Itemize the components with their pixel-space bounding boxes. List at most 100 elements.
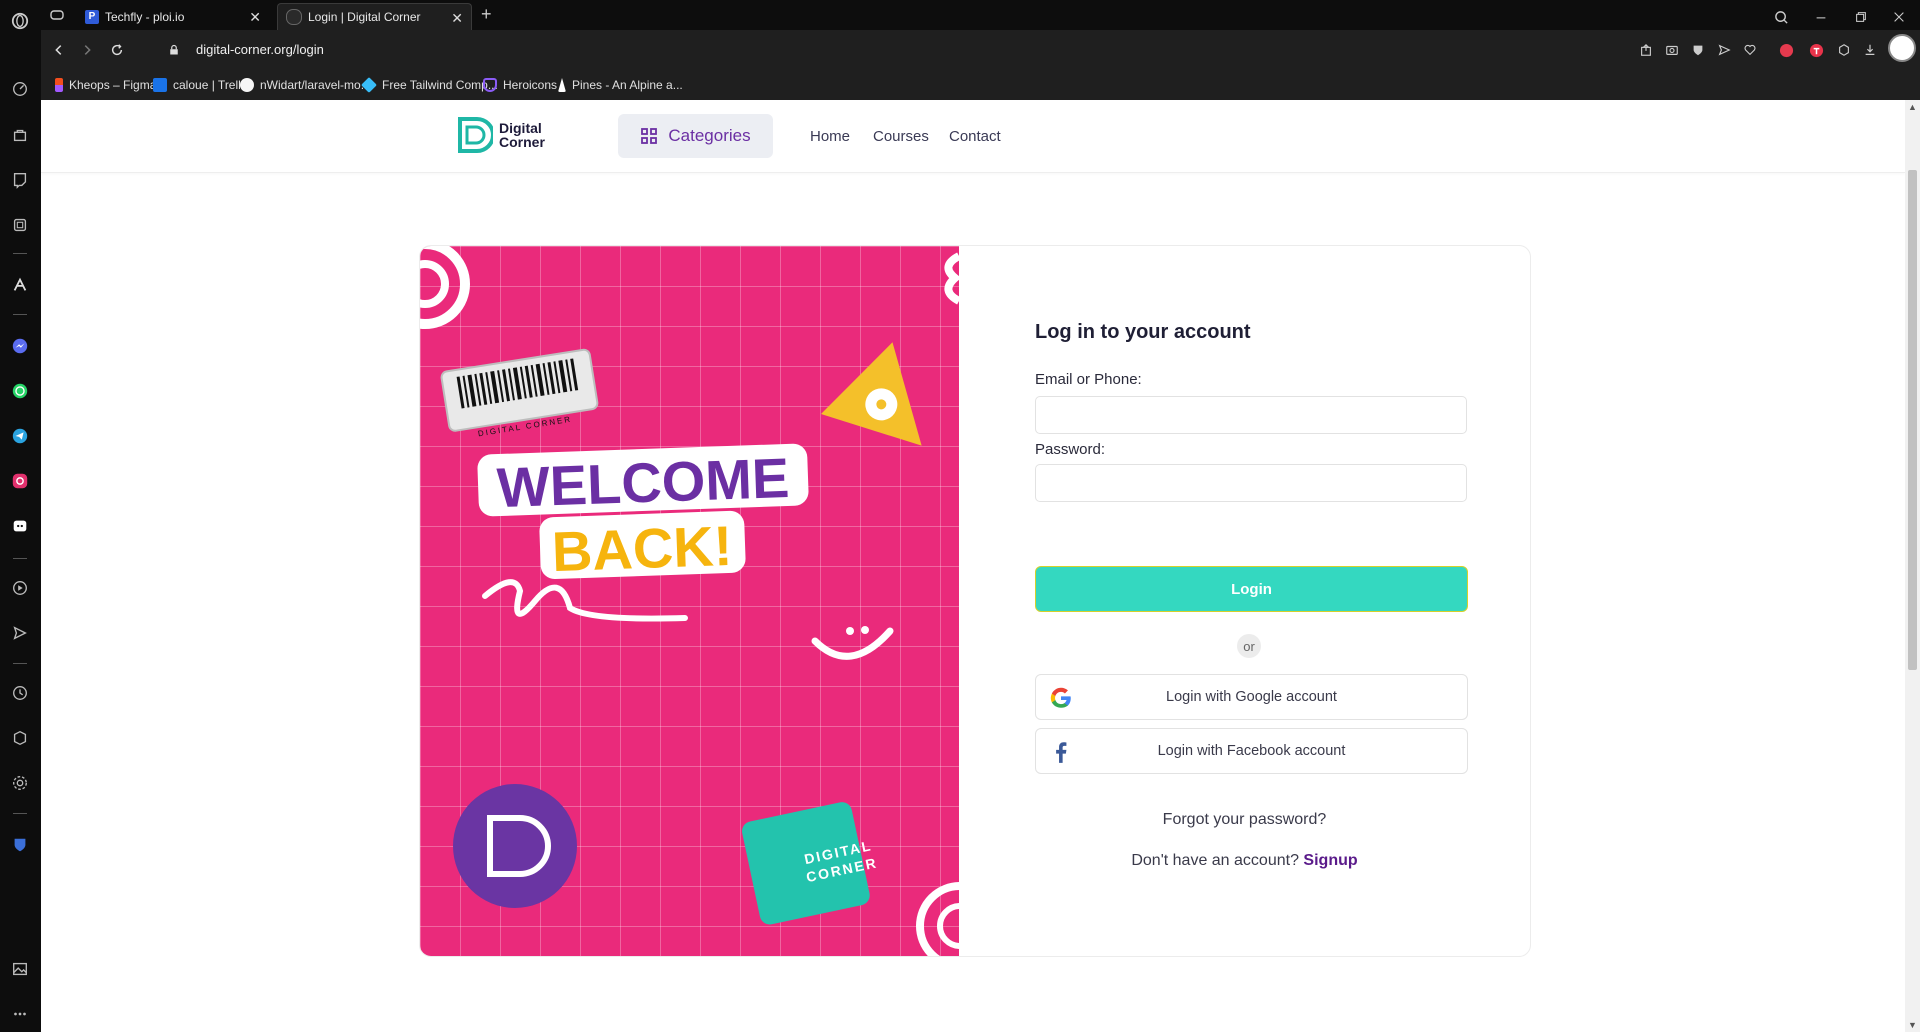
wallpaper-icon[interactable] xyxy=(9,958,31,980)
discord-icon[interactable] xyxy=(9,515,31,537)
extension-t-icon[interactable] xyxy=(1806,40,1826,60)
sidebar-divider xyxy=(13,813,27,814)
messenger-icon[interactable] xyxy=(9,335,31,357)
form-title: Log in to your account xyxy=(1035,321,1251,343)
categories-button[interactable]: Categories xyxy=(618,114,773,158)
forgot-password-link[interactable]: Forgot your password? xyxy=(959,811,1530,829)
history-icon[interactable] xyxy=(9,682,31,704)
bitwarden-icon[interactable] xyxy=(9,834,31,856)
aria-icon[interactable] xyxy=(9,274,31,296)
forward-icon[interactable] xyxy=(77,40,97,60)
google-login-button[interactable]: Login with Google account xyxy=(1035,674,1468,720)
welcome-text: WELCOME xyxy=(496,446,790,519)
digital-corner-logo-icon xyxy=(458,117,493,153)
pines-icon xyxy=(558,78,566,92)
cube-icon[interactable] xyxy=(1834,40,1854,60)
whatsapp-icon[interactable] xyxy=(9,380,31,402)
or-separator: or xyxy=(1237,634,1261,658)
figma-icon xyxy=(55,78,63,92)
password-label: Password: xyxy=(1035,441,1106,458)
close-window-icon[interactable] xyxy=(1890,8,1908,26)
scroll-up-icon[interactable]: ▲ xyxy=(1908,102,1917,112)
page-scrollbar[interactable]: ▲ ▼ xyxy=(1905,100,1920,1032)
scroll-down-icon[interactable]: ▼ xyxy=(1908,1020,1917,1030)
bookmark-heroicons[interactable]: Heroicons xyxy=(483,77,557,93)
close-tab-icon[interactable]: ✕ xyxy=(249,9,261,26)
tab-title: Login | Digital Corner xyxy=(308,10,421,24)
sidebar-divider xyxy=(13,558,27,559)
bookmark-label: nWidart/laravel-mo... xyxy=(260,78,371,92)
send-icon[interactable] xyxy=(9,622,31,644)
scrollbar-thumb[interactable] xyxy=(1908,170,1917,670)
email-field[interactable] xyxy=(1035,396,1467,434)
nav-courses[interactable]: Courses xyxy=(873,128,929,145)
tab-login-digital-corner[interactable]: Login | Digital Corner ✕ xyxy=(277,3,472,30)
google-login-label: Login with Google account xyxy=(1166,689,1337,705)
send-to-icon[interactable] xyxy=(1714,40,1734,60)
tab-techfly[interactable]: P Techfly - ploi.io ✕ xyxy=(77,3,269,30)
facebook-login-button[interactable]: Login with Facebook account xyxy=(1035,728,1468,774)
shopping-icon[interactable] xyxy=(9,124,31,146)
sidebar-divider xyxy=(13,253,27,254)
close-tab-icon[interactable]: ✕ xyxy=(451,10,463,27)
extension-red-icon[interactable] xyxy=(1776,40,1796,60)
no-account-text: Don't have an account? xyxy=(1131,852,1299,869)
search-tabs-icon[interactable] xyxy=(1772,8,1790,26)
google-icon xyxy=(1050,687,1071,708)
workspaces-icon[interactable] xyxy=(49,7,65,23)
minimize-icon[interactable] xyxy=(1812,8,1830,26)
reload-icon[interactable] xyxy=(107,40,127,60)
nav-home[interactable]: Home xyxy=(810,128,850,145)
more-icon[interactable] xyxy=(9,1003,31,1025)
login-button[interactable]: Login xyxy=(1035,566,1468,612)
back-icon[interactable] xyxy=(49,40,69,60)
opera-logo-icon[interactable] xyxy=(9,10,31,32)
bookmarks-bar: Kheops – Figma caloue | Trello nWidart/l… xyxy=(41,70,1920,100)
snapshot-icon[interactable] xyxy=(1662,40,1682,60)
lock-icon[interactable] xyxy=(164,40,184,60)
new-tab-icon[interactable]: + xyxy=(481,4,492,25)
download-icon[interactable] xyxy=(1860,40,1880,60)
bookmark-trello[interactable]: caloue | Trello xyxy=(153,77,248,93)
extensions-icon[interactable] xyxy=(9,727,31,749)
nav-contact[interactable]: Contact xyxy=(949,128,1001,145)
player-icon[interactable] xyxy=(9,577,31,599)
password-field[interactable] xyxy=(1035,464,1467,502)
bookmark-github[interactable]: nWidart/laravel-mo... xyxy=(240,77,371,93)
games-icon[interactable] xyxy=(9,214,31,236)
heart-icon[interactable] xyxy=(1740,40,1760,60)
categories-label: Categories xyxy=(668,126,751,145)
logo-text: Digital Corner xyxy=(499,121,545,149)
url-field[interactable]: digital-corner.org/login xyxy=(196,42,324,57)
settings-icon[interactable] xyxy=(9,772,31,794)
bookmark-pines[interactable]: Pines - An Alpine a... xyxy=(558,77,683,93)
shield-icon[interactable] xyxy=(1688,40,1708,60)
signup-prompt: Don't have an account? Signup xyxy=(959,852,1530,870)
back-text: BACK! xyxy=(551,514,734,583)
web-page: Digital Corner Categories Home Courses C… xyxy=(41,100,1905,1032)
sidebar-divider xyxy=(13,314,27,315)
bookmark-label: caloue | Trello xyxy=(173,78,248,92)
share-icon[interactable] xyxy=(1636,40,1656,60)
signup-link[interactable]: Signup xyxy=(1303,852,1357,869)
digital-corner-favicon-icon xyxy=(286,9,302,25)
sidebar-divider xyxy=(13,663,27,664)
bookmark-figma[interactable]: Kheops – Figma xyxy=(55,77,156,93)
bookmark-label: Kheops – Figma xyxy=(69,78,157,92)
bookmark-tailwind[interactable]: Free Tailwind Comp... xyxy=(361,77,498,93)
welcome-hero-image: WELCOME BACK! DIGITAL CORNER DIGITAL COR… xyxy=(420,246,959,956)
facebook-icon xyxy=(1056,742,1067,763)
login-form: Log in to your account Email or Phone: P… xyxy=(959,246,1530,956)
bookmark-label: Heroicons xyxy=(503,78,558,92)
telegram-icon[interactable] xyxy=(9,425,31,447)
instagram-icon[interactable] xyxy=(9,470,31,492)
restore-icon[interactable] xyxy=(1852,8,1870,26)
login-card: WELCOME BACK! DIGITAL CORNER DIGITAL COR… xyxy=(419,245,1531,957)
twitch-icon[interactable] xyxy=(9,169,31,191)
speed-dial-icon[interactable] xyxy=(9,78,31,100)
facebook-login-label: Login with Facebook account xyxy=(1157,743,1346,759)
profile-avatar[interactable] xyxy=(1888,34,1916,62)
site-logo[interactable]: Digital Corner xyxy=(457,116,545,154)
trello-icon xyxy=(153,78,167,92)
bookmark-label: Pines - An Alpine a... xyxy=(572,78,683,92)
